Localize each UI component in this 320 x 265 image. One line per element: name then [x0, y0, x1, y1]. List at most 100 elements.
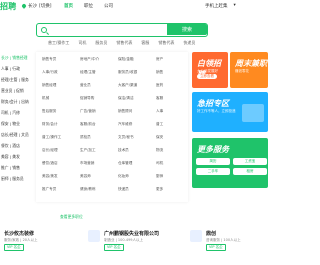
job-link[interactable]: 美容师 [74, 171, 112, 182]
category-item[interactable]: 人事 | 行政 [0, 63, 36, 74]
job-link[interactable]: 物流 [150, 145, 188, 156]
company-card[interactable]: 鼎创 咨询服务 | 100人以上 VIP 名企 [190, 228, 268, 265]
company-card[interactable]: 长沙攸杰装修 服务/家政 | 20人以上 VIP 名企 [0, 228, 80, 265]
job-link[interactable]: 广告/营销 [74, 106, 112, 117]
hot-link[interactable]: 快递员 [183, 40, 195, 46]
city-name: 长沙 [28, 4, 37, 9]
hot-link[interactable]: 服务员 [95, 40, 107, 46]
nav-jobs[interactable]: 职位 [84, 3, 93, 9]
job-link[interactable]: 服务员/收银 [112, 67, 150, 78]
job-link[interactable]: 生产/加工 [74, 145, 112, 156]
search-input[interactable] [49, 26, 169, 35]
job-link[interactable]: 餐饮/酒店 [36, 158, 74, 169]
category-item[interactable]: 美容 | 美发 [0, 151, 36, 162]
flyout-row: 店长/经理 生产/加工 技术员 物流 [36, 145, 188, 156]
job-link[interactable]: 普工/操作工 [36, 132, 74, 143]
category-item[interactable]: 餐饮 | 酒店 [0, 140, 36, 151]
job-link[interactable]: 房产 [150, 54, 188, 65]
banner-title: 更多服务 [197, 145, 229, 154]
banner-urgent[interactable]: 急招专区 好工作不等人，立即投递 [192, 92, 268, 132]
job-link[interactable]: 美容/美发 [36, 171, 74, 182]
job-link[interactable]: 推广专员 [36, 184, 74, 195]
search-section: 搜索 普工/操作工 司机 服务员 销售代表 客服 销售代表 快递员 [0, 12, 268, 50]
promo-banners: 白领招聘 大公司发展好 立即查看 周末兼职 赚钱零花 急招专区 好工作不等人，立… [188, 52, 268, 202]
vip-badge: VIP 名企 [206, 244, 226, 251]
category-item[interactable]: 长沙 | 销售经理 [0, 52, 36, 63]
job-link[interactable]: 促销导购 [74, 93, 112, 104]
job-link[interactable]: 技术员 [112, 145, 150, 156]
job-link[interactable]: 销售顾问 [112, 106, 150, 117]
job-link[interactable]: 化妆师 [112, 171, 150, 182]
company-card[interactable]: 广州鹏钢股失业有限公司 制造业 | 100-499人以上 VIP 名企 [88, 228, 180, 265]
job-link[interactable]: 销售经理 [36, 80, 74, 91]
job-link[interactable]: 市场营销 [74, 158, 112, 169]
flyout-row: 餐饮/酒店 市场营销 仓库管理 司机 [36, 158, 188, 169]
category-item[interactable]: 营业员 | 促销 [0, 85, 36, 96]
mobile-app-link[interactable]: 手机上赶集 [205, 3, 228, 9]
job-link[interactable]: 普工 [150, 119, 188, 130]
category-item[interactable]: 店长/经理 | 文员 [0, 129, 36, 140]
vip-badge: VIP 名企 [104, 244, 124, 251]
job-link[interactable]: 经理/主管 [74, 67, 112, 78]
job-link[interactable]: 机械 [36, 93, 74, 104]
job-link[interactable]: 大客户/渠道 [112, 80, 150, 91]
job-link[interactable]: 健身/教练 [74, 184, 112, 195]
job-link[interactable]: 文员/秘书 [112, 132, 150, 143]
job-link[interactable]: 汽车维修 [112, 119, 150, 130]
job-link[interactable]: 司机 [150, 158, 188, 169]
category-item[interactable]: 财务/会计 | 出纳 [0, 96, 36, 107]
hot-link[interactable]: 客服 [141, 40, 149, 46]
category-item[interactable]: 推广 | 销售 [0, 162, 36, 173]
top-bar: 招聘 长沙 [切换] 首页 职位 公司 手机上赶集 ▾ [0, 0, 268, 12]
site-logo[interactable]: 招聘 [0, 1, 17, 12]
search-icon [41, 27, 47, 33]
banner-title: 急招专区 [197, 99, 229, 108]
service-chip[interactable]: 租房 [233, 168, 267, 175]
service-chip[interactable]: 简历 [196, 158, 230, 165]
hot-link[interactable]: 销售代表 [116, 40, 132, 46]
job-link[interactable]: 人事 [150, 106, 188, 117]
job-link[interactable]: 仓库管理 [112, 158, 150, 169]
job-link[interactable]: 更多 [150, 184, 188, 195]
job-link[interactable]: 店长/经理 [36, 145, 74, 156]
job-link[interactable]: 财务/会计 [36, 119, 74, 130]
service-chip[interactable]: 二手车 [196, 168, 230, 175]
more-jobs-link[interactable]: 查看更多职位 [60, 214, 83, 220]
search-button[interactable]: 搜索 [167, 24, 207, 35]
banner-white-collar[interactable]: 白领招聘 大公司发展好 立即查看 [192, 52, 228, 88]
company-name: 广州鹏钢股失业有限公司 [104, 231, 160, 237]
job-link[interactable]: 快递员 [112, 184, 150, 195]
category-item[interactable]: 保安 | 物业 [0, 118, 36, 129]
category-item[interactable]: 厨师 | 服务员 [0, 173, 36, 184]
chevron-down-icon[interactable]: ▾ [234, 3, 236, 9]
hot-link[interactable]: 销售代表 [158, 40, 174, 46]
category-item[interactable]: 司机 | 汽修 [0, 107, 36, 118]
hot-link[interactable]: 普工/操作工 [48, 40, 69, 46]
flyout-row: 美容/美发 美容师 化妆师 厨师 [36, 171, 188, 182]
banner-subtitle: 赚钱零花 [235, 69, 249, 73]
job-link[interactable]: 营业员 [74, 80, 112, 91]
job-link[interactable]: 保洁/清洁 [112, 93, 150, 104]
job-link[interactable]: 销售 [150, 67, 188, 78]
job-link[interactable]: 保险/金融 [112, 54, 150, 65]
banner-part-time[interactable]: 周末兼职 赚钱零花 [230, 52, 268, 88]
city-selector[interactable]: 长沙 [切换] [21, 3, 52, 9]
nav-companies[interactable]: 公司 [104, 3, 113, 9]
job-link[interactable]: 医药 [150, 80, 188, 91]
service-chip[interactable]: 工资宝 [233, 158, 267, 165]
job-link[interactable]: 售后服务 [36, 106, 74, 117]
hot-link[interactable]: 司机 [78, 40, 86, 46]
company-meta: 咨询服务 | 100人以上 [206, 238, 241, 242]
city-switch[interactable]: [切换] [39, 3, 52, 9]
job-link[interactable]: 客服 [150, 93, 188, 104]
job-link[interactable]: 房地产/中介 [74, 54, 112, 65]
job-link[interactable]: 人事/行政 [36, 67, 74, 78]
company-logo [88, 230, 100, 242]
category-item[interactable]: 经理/主管 | 服务 [0, 74, 36, 85]
job-link[interactable]: 客服/前台 [74, 119, 112, 130]
nav-home[interactable]: 首页 [64, 3, 73, 9]
job-link[interactable]: 销售专员 [36, 54, 74, 65]
job-link[interactable]: 厨师 [150, 171, 188, 182]
job-link[interactable]: 质检员 [74, 132, 112, 143]
job-link[interactable]: 保安 [150, 132, 188, 143]
